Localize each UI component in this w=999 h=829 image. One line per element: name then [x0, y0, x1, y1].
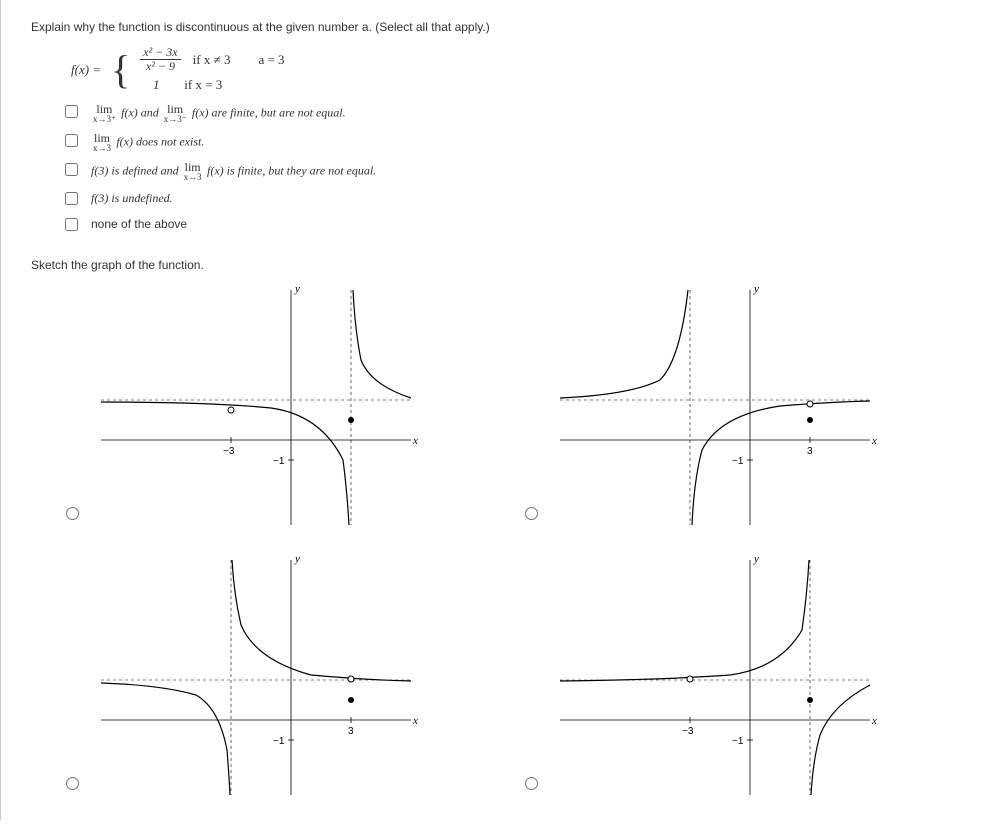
fn-lhs: f(x) =	[71, 62, 101, 78]
fn-cond2: if x = 3	[184, 77, 222, 93]
svg-text:x: x	[871, 435, 877, 447]
option-1-text: f(x) are finite, but are not equal.	[192, 106, 346, 120]
option-4: f(3) is undefined.	[61, 190, 969, 208]
svg-text:y: y	[294, 553, 300, 565]
option-5-text: none of the above	[91, 216, 187, 233]
option-1-checkbox[interactable]	[65, 105, 78, 118]
svg-text:y: y	[294, 283, 300, 295]
graph-b-radio[interactable]	[525, 507, 538, 520]
svg-text:−3: −3	[682, 726, 694, 737]
frac-denominator: x² − 9	[143, 60, 178, 73]
svg-text:y: y	[753, 283, 759, 295]
svg-text:x: x	[412, 435, 418, 447]
svg-text:−1: −1	[732, 456, 744, 467]
sketch-prompt: Sketch the graph of the function.	[31, 258, 969, 272]
graph-a: x y −3 −1	[91, 280, 510, 530]
lim-subscript: x→3⁺	[93, 115, 116, 124]
svg-text:−1: −1	[273, 456, 285, 467]
answer-options: lim x→3⁺ f(x) and lim x→3⁻ f(x) are fini…	[61, 103, 969, 234]
svg-text:3: 3	[807, 446, 813, 457]
option-3-checkbox[interactable]	[65, 163, 78, 176]
graph-d: x y −3 −1	[550, 550, 969, 800]
limit-icon: lim x→3	[93, 132, 111, 153]
fn-val2: 1	[140, 77, 172, 93]
graph-c: x y 3 −1	[91, 550, 510, 800]
option-1: lim x→3⁺ f(x) and lim x→3⁻ f(x) are fini…	[61, 103, 969, 124]
lim-subscript: x→3	[184, 173, 202, 182]
frac-numerator: x² − 3x	[140, 46, 180, 60]
option-2-checkbox[interactable]	[65, 134, 78, 147]
lim-subscript: x→3⁻	[164, 115, 187, 124]
option-4-checkbox[interactable]	[65, 192, 78, 205]
left-brace-icon: {	[111, 50, 130, 90]
question-prompt: Explain why the function is discontinuou…	[31, 20, 969, 34]
svg-text:−1: −1	[273, 736, 285, 747]
svg-text:x: x	[871, 715, 877, 727]
graph-a-radio[interactable]	[66, 507, 79, 520]
option-3-text: f(x) is finite, but they are not equal.	[207, 164, 376, 178]
option-2-text: f(x) does not exist.	[116, 135, 204, 149]
limit-icon: lim x→3⁺	[93, 103, 116, 124]
option-3: f(3) is defined and lim x→3 f(x) is fini…	[61, 161, 969, 182]
option-3-pre: f(3) is defined and	[91, 164, 182, 178]
option-4-text: f(3) is undefined.	[91, 190, 173, 207]
graph-d-radio[interactable]	[525, 777, 538, 790]
limit-icon: lim x→3	[184, 161, 202, 182]
graph-b: x y 3 −1	[550, 280, 969, 530]
fn-cond1: if x ≠ 3	[193, 52, 231, 68]
option-5-checkbox[interactable]	[65, 218, 78, 231]
svg-text:−3: −3	[223, 446, 235, 457]
a-value: a = 3	[258, 52, 284, 68]
limit-icon: lim x→3⁻	[164, 103, 187, 124]
lim-subscript: x→3	[93, 144, 111, 153]
graph-c-radio[interactable]	[66, 777, 79, 790]
svg-text:−1: −1	[732, 736, 744, 747]
svg-text:y: y	[753, 553, 759, 565]
svg-text:x: x	[412, 715, 418, 727]
function-definition: f(x) = { x² − 3x x² − 9 if x ≠ 3 a = 3 1…	[71, 46, 969, 93]
fn-fraction: x² − 3x x² − 9	[140, 46, 180, 73]
option-1-mid: f(x) and	[121, 106, 162, 120]
option-5: none of the above	[61, 216, 969, 234]
graph-options: x y −3 −1 x y 3 −1	[51, 280, 969, 800]
option-2: lim x→3 f(x) does not exist.	[61, 132, 969, 153]
svg-text:3: 3	[348, 726, 354, 737]
